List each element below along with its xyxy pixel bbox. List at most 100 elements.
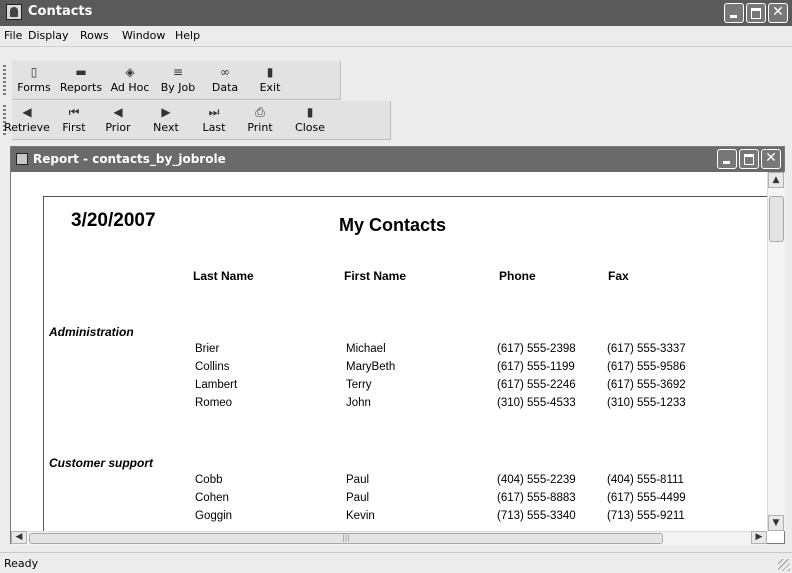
prior-icon: ◀ (113, 105, 123, 119)
vertical-scroll-thumb[interactable] (769, 196, 784, 242)
next-button[interactable]: ▶ Next (142, 101, 190, 139)
adhoc-label: Ad Hoc (110, 81, 150, 94)
menu-rows[interactable]: Rows (80, 29, 109, 42)
report-date: 3/20/2007 (71, 210, 156, 231)
menu-file[interactable]: File (4, 29, 22, 42)
menu-help[interactable]: Help (175, 29, 200, 42)
header-last-name: Last Name (193, 269, 254, 283)
report-minimize-button[interactable] (717, 149, 737, 169)
prior-button[interactable]: ◀ Prior (94, 101, 142, 139)
resize-grip-icon[interactable] (778, 559, 790, 571)
cell-first-name: MaryBeth (346, 361, 396, 373)
vertical-scrollbar[interactable]: ▲ ▼ (767, 172, 785, 531)
print-icon: ⎙ (255, 105, 265, 119)
group-header: Customer support (49, 456, 154, 470)
cell-first-name: Paul (346, 492, 370, 504)
prior-label: Prior (105, 121, 131, 134)
retrieve-label: Retrieve (4, 121, 50, 134)
cell-last-name: Goggin (195, 510, 233, 522)
report-window-icon[interactable] (16, 153, 28, 165)
report-maximize-button[interactable] (739, 149, 759, 169)
status-text: Ready (4, 557, 39, 570)
by-job-label: By Job (160, 81, 196, 94)
report-icon: ▬ (75, 65, 87, 79)
report-window-controls: ✕ (717, 149, 781, 169)
print-label: Print (247, 121, 273, 134)
cell-phone: (617) 555-2398 (497, 343, 576, 355)
cell-phone: (617) 555-1199 (497, 361, 575, 373)
exit-door-icon: ▮ (266, 65, 274, 79)
cell-phone: (713) 555-3340 (497, 510, 576, 522)
header-first-name: First Name (344, 269, 407, 283)
close-button[interactable]: ✕ (768, 3, 788, 23)
navigation-toolbar: ◀ Retrieve ⏮ First ◀ Prior ▶ Next ⏭ Last… (3, 101, 391, 140)
first-button[interactable]: ⏮ First (54, 101, 94, 139)
print-button[interactable]: ⎙ Print (238, 101, 282, 139)
retrieve-button[interactable]: ◀ Retrieve (0, 101, 54, 139)
cell-first-name: Terry (346, 379, 372, 391)
report-title: My Contacts (339, 215, 447, 235)
adhoc-button[interactable]: ◈ Ad Hoc (106, 61, 154, 99)
scroll-up-button[interactable]: ▲ (768, 172, 784, 188)
cell-fax: (617) 555-3337 (607, 343, 686, 355)
cell-fax: (310) 555-1233 (607, 397, 686, 409)
retrieve-icon: ◀ (22, 105, 32, 119)
reports-button[interactable]: ▬ Reports (56, 61, 106, 99)
cell-first-name: Michael (346, 343, 386, 355)
horizontal-scroll-thumb[interactable]: ||| (29, 533, 663, 544)
report-close-button[interactable]: ✕ (761, 149, 781, 169)
horizontal-scrollbar[interactable]: ◀ ||| ▶ (11, 531, 767, 545)
cell-first-name: Kevin (346, 510, 375, 522)
cell-fax: (617) 555-3692 (607, 379, 686, 391)
cell-fax: (713) 555-9211 (607, 510, 685, 522)
toolbar-grip[interactable] (3, 65, 6, 95)
minimize-button[interactable] (724, 3, 744, 23)
cell-fax: (617) 555-4499 (607, 492, 686, 504)
group-header: Administration (49, 325, 134, 339)
cell-phone: (310) 555-4533 (497, 397, 576, 409)
last-button[interactable]: ⏭ Last (190, 101, 238, 139)
data-icon: ∞ (220, 65, 230, 79)
header-phone: Phone (499, 269, 536, 283)
maximize-button[interactable] (746, 3, 766, 23)
cell-fax: (617) 555-9586 (607, 361, 686, 373)
menu-bar: File Display Rows Window Help (0, 26, 792, 47)
cell-phone: (404) 555-2239 (497, 474, 576, 486)
window-controls: ✕ (724, 3, 788, 23)
cell-last-name: Cohen (195, 492, 229, 504)
window-title: Contacts (28, 4, 93, 19)
app-icon[interactable] (6, 4, 22, 20)
first-label: First (62, 121, 86, 134)
forms-label: Forms (17, 81, 51, 94)
scroll-down-button[interactable]: ▼ (768, 515, 784, 531)
next-label: Next (153, 121, 179, 134)
cell-first-name: Paul (346, 474, 370, 486)
close-door-icon: ▮ (306, 105, 314, 119)
next-icon: ▶ (161, 105, 171, 119)
menu-display[interactable]: Display (28, 29, 69, 42)
cell-last-name: Lambert (195, 379, 238, 391)
first-icon: ⏮ (68, 105, 80, 119)
cell-last-name: Romeo (195, 397, 233, 409)
exit-button[interactable]: ▮ Exit (248, 61, 292, 99)
report-window-title: Report - contacts_by_jobrole (33, 152, 226, 166)
report-window: Report - contacts_by_jobrole ✕ 3/20/2007… (10, 146, 785, 545)
scroll-right-button[interactable]: ▶ (751, 531, 767, 544)
scroll-left-button[interactable]: ◀ (11, 531, 27, 544)
adhoc-icon: ◈ (125, 65, 135, 79)
by-job-icon: ≡ (172, 65, 184, 79)
cell-first-name: John (346, 397, 371, 409)
menu-window[interactable]: Window (122, 29, 165, 42)
forms-button[interactable]: ▯ Forms (12, 61, 56, 99)
close-report-button[interactable]: ▮ Close (284, 101, 336, 139)
header-fax: Fax (608, 269, 629, 283)
by-job-button[interactable]: ≡ By Job (154, 61, 202, 99)
report-canvas[interactable]: 3/20/2007 My Contacts Last Name First Na… (11, 172, 767, 531)
last-label: Last (202, 121, 226, 134)
status-bar: Ready (0, 552, 792, 573)
close-label: Close (295, 121, 325, 134)
report-window-title-bar: Report - contacts_by_jobrole ✕ (11, 147, 784, 172)
cell-last-name: Cobb (195, 474, 223, 486)
data-button[interactable]: ∞ Data (202, 61, 248, 99)
main-title-bar: Contacts ✕ (0, 0, 792, 26)
